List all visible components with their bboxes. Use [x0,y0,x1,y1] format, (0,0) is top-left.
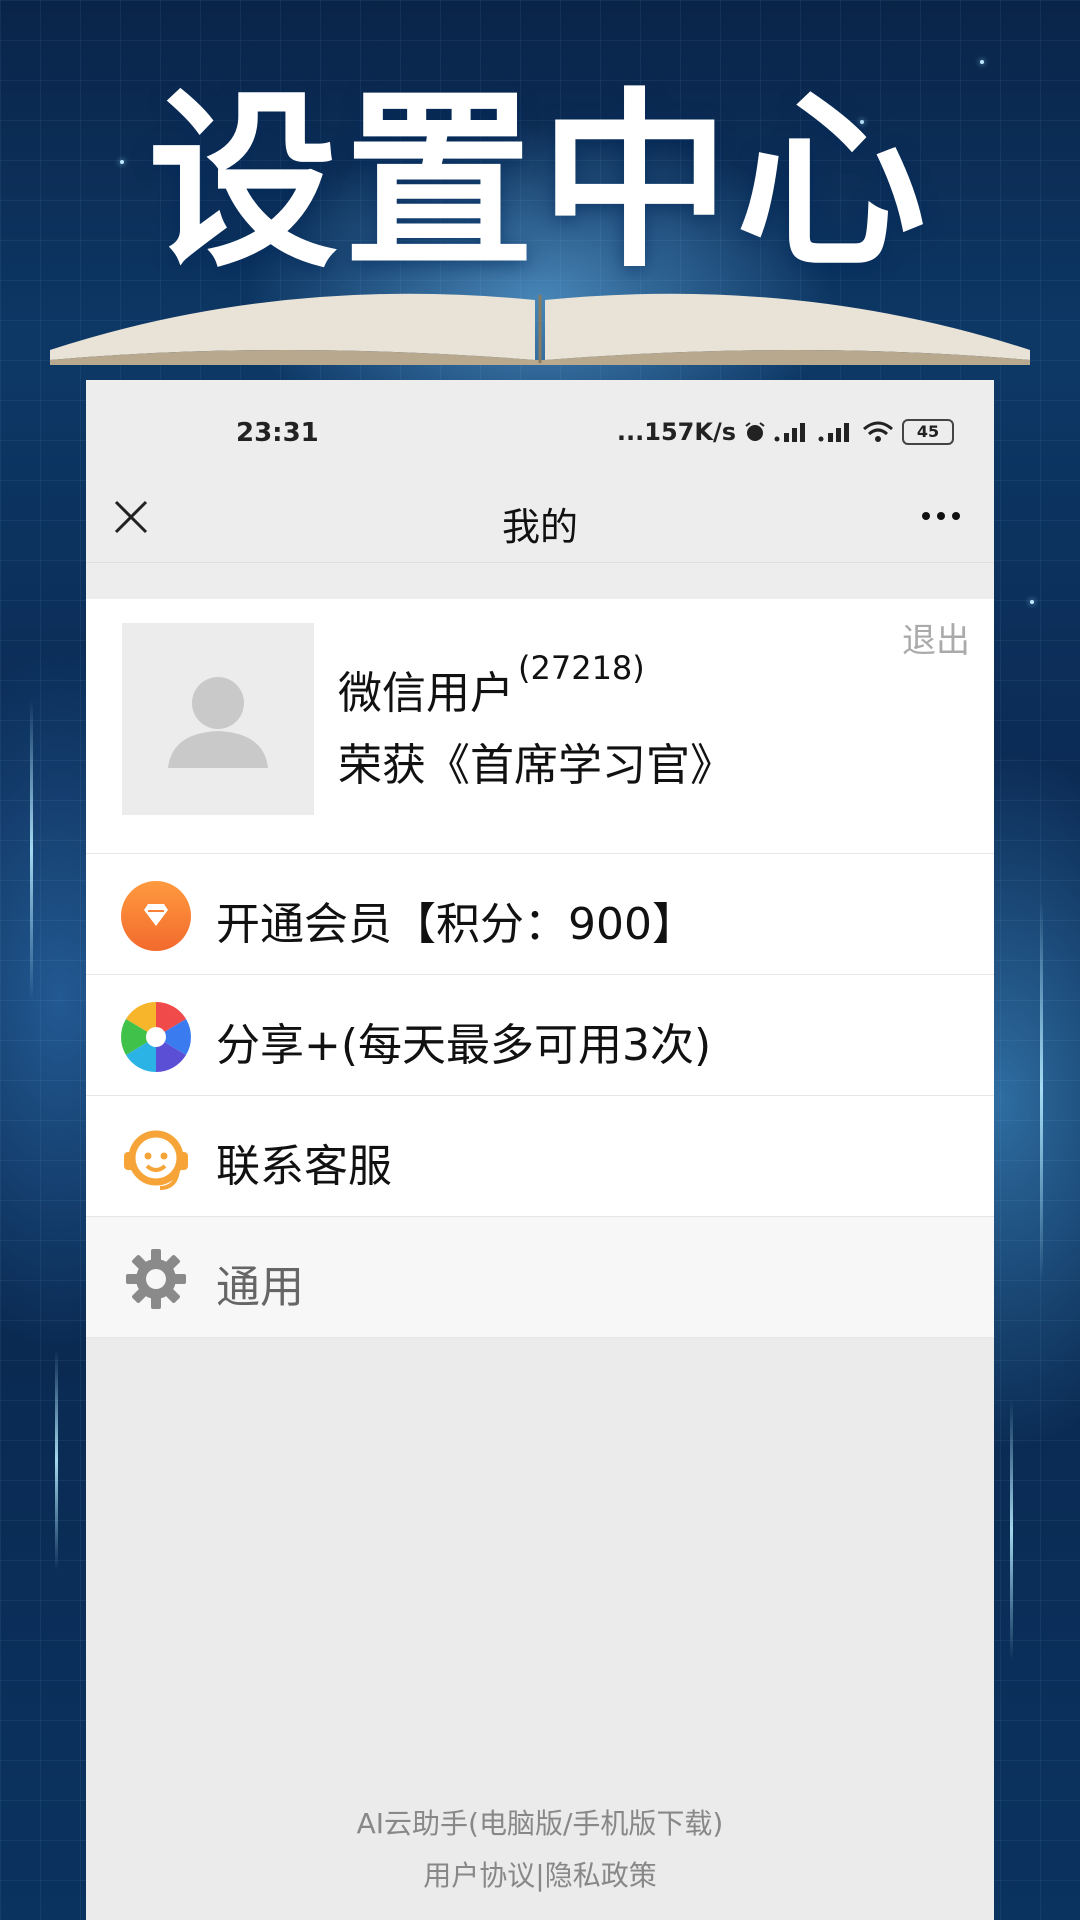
light-streak [30,700,33,1000]
share-aperture-icon [121,1002,191,1072]
logout-button[interactable]: 退出 [902,613,970,662]
download-link[interactable]: AI云助手(电脑版/手机版下载) [86,1798,994,1850]
sparkle [980,60,984,64]
gear-icon [126,1249,186,1309]
profile-card: 退出 微信用户 (27218) 荣获《首席学习官》 [86,599,994,854]
menu-label-vip: 开通会员【积分：900】 [216,899,696,950]
phone-screen: 23:31 ...157K/s 45 我的 退出 微信用户 (27218) 荣获《 [86,380,994,1920]
menu-item-support[interactable]: 联系客服 [86,1096,994,1217]
agreement-link[interactable]: 用户协议|隐私政策 [86,1850,994,1902]
status-icons: ...157K/s 45 [617,418,954,446]
sparkle [1030,600,1034,604]
more-icon[interactable] [922,512,960,520]
username-text: 微信用户 [338,668,514,719]
menu-label-general: 通用 [216,1262,304,1313]
hero-title: 设置中心 [147,72,932,293]
light-streak [55,1350,58,1570]
light-streak [1040,900,1043,1280]
menu-label-support: 联系客服 [216,1141,392,1192]
nav-bar: 我的 [86,472,994,563]
open-book-image [50,293,1030,365]
customer-service-icon [124,1130,188,1190]
light-streak [1010,1400,1013,1660]
status-time: 23:31 [236,418,319,448]
footer: AI云助手(电脑版/手机版下载) 用户协议|隐私政策 [86,1798,994,1902]
username: 微信用户 (27218) [338,649,645,721]
signal-icon [774,423,805,442]
menu-item-share[interactable]: 分享+(每天最多可用3次) [86,975,994,1096]
user-placeholder-icon [168,677,268,768]
user-id: (27218) [518,649,645,687]
status-bar: 23:31 ...157K/s 45 [86,380,994,472]
section-gap [86,563,994,599]
user-honor: 荣获《首席学习官》 [338,740,734,791]
menu-item-vip[interactable]: 开通会员【积分：900】 [86,854,994,975]
wifi-icon [863,421,893,442]
menu-label-share: 分享+(每天最多可用3次) [216,1020,712,1071]
menu-item-general[interactable]: 通用 [86,1217,994,1338]
network-speed: ...157K/s [616,418,736,446]
signal-icon [818,423,849,442]
avatar[interactable] [122,623,314,815]
page-title: 我的 [501,505,578,549]
alarm-icon [745,422,765,441]
diamond-icon [121,881,191,951]
battery-icon: 45 [902,419,954,445]
